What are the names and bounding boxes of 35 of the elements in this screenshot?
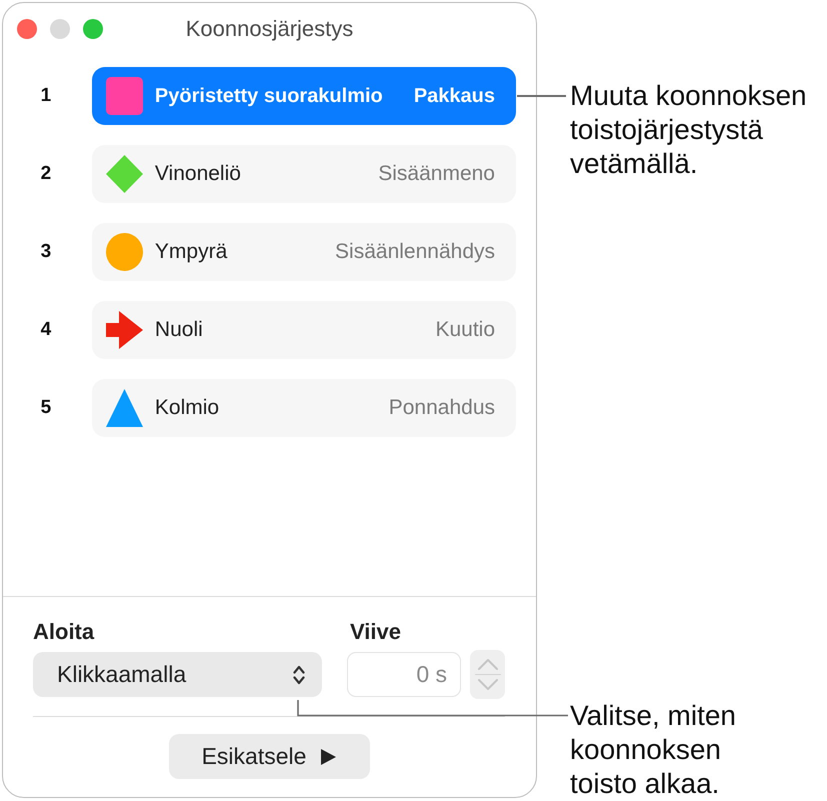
effect-name: Pakkaus xyxy=(414,84,495,109)
effect-name: Sisäänlennähdys xyxy=(335,239,495,266)
shape-name: Pyöristetty suorakulmio xyxy=(154,84,383,109)
start-popup[interactable]: Klikkaamalla xyxy=(33,652,322,697)
leader-line xyxy=(517,95,566,97)
effect-name: Ponnahdus xyxy=(388,395,495,422)
window-title: Koonnosjärjestys xyxy=(186,16,354,42)
stepper[interactable] xyxy=(470,650,505,699)
row-number: 1 xyxy=(40,84,52,108)
chevron-up-icon[interactable] xyxy=(476,658,498,670)
chevron-down-icon[interactable] xyxy=(476,679,498,691)
build-list-item[interactable]: Kolmio Ponnahdus xyxy=(92,379,516,437)
row-number: 2 xyxy=(40,162,52,186)
build-list-item[interactable]: Ympyrä Sisäänlennähdys xyxy=(92,223,516,281)
build-list-item[interactable]: Vinoneliö Sisäänmeno xyxy=(92,145,516,203)
start-label: Aloita xyxy=(33,620,96,644)
callout-text: Valitse, miten koonnoksen toisto alkaa. xyxy=(570,699,737,801)
effect-name: Kuutio xyxy=(435,317,495,344)
row-number: 5 xyxy=(40,396,52,420)
row-number: 3 xyxy=(40,240,52,264)
close-button[interactable] xyxy=(17,19,37,39)
shape-name: Ympyrä xyxy=(154,239,228,266)
build-list-item[interactable]: Nuoli Kuutio xyxy=(92,301,516,359)
callout-text: Muuta koonnoksen toistojärjestystä vetämällä. xyxy=(570,79,808,181)
effect-name: Sisäänmeno xyxy=(378,161,495,188)
zoom-button[interactable] xyxy=(83,19,103,39)
shape-name: Vinoneliö xyxy=(154,161,241,188)
chevron-up-down-icon xyxy=(293,664,305,686)
build-list-item[interactable]: Pyöristetty suorakulmio Pakkaus xyxy=(92,67,516,125)
play-icon xyxy=(321,748,336,764)
preview-button[interactable]: Esikatsele xyxy=(168,734,370,779)
shape-name: Nuoli xyxy=(154,317,203,344)
shape-name: Kolmio xyxy=(154,395,220,422)
delay-label: Viive xyxy=(349,620,402,644)
row-number: 4 xyxy=(40,318,52,342)
